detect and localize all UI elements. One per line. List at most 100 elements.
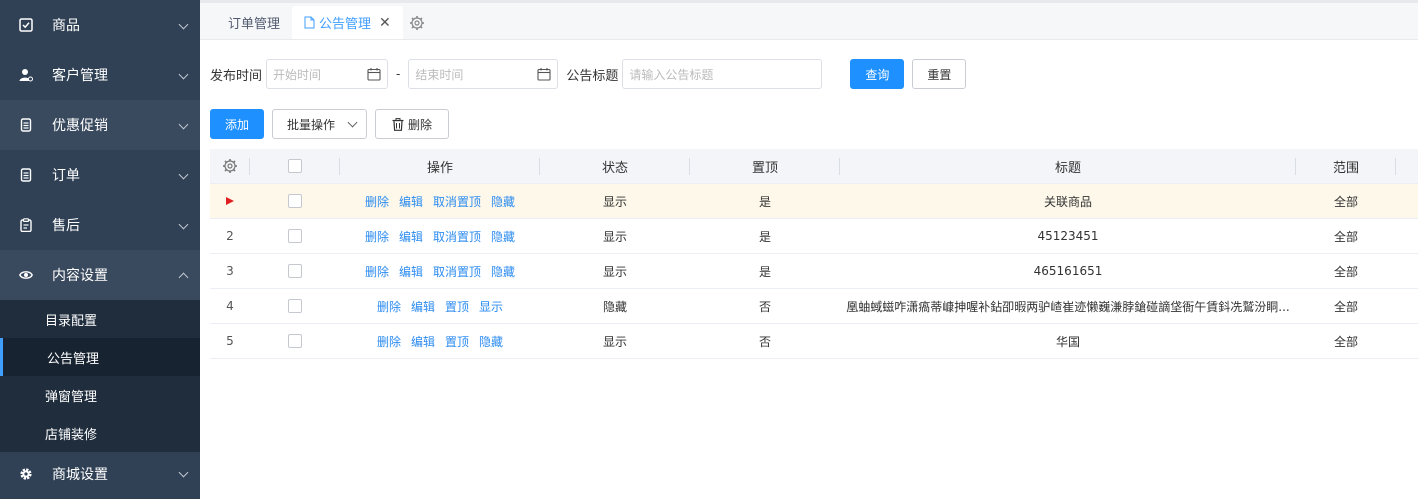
search-form: 发布时间 开始时间 - 结束时间 公告标题 请输入公告标题 查询 重置	[210, 59, 967, 89]
reset-button[interactable]: 重置	[912, 59, 967, 89]
table-row[interactable]: 3 删除 编辑 取消置顶 隐藏 显示 是 465161651 全部	[210, 254, 1418, 289]
row-checkbox[interactable]	[288, 334, 302, 348]
row-title-text: 45123451	[1037, 229, 1099, 243]
announcement-table: 操作 状态 置顶 标题 范围 删除 编辑 取消置顶 隐藏 显示 是 关联商品 全…	[210, 149, 1418, 359]
tab-announcement-management[interactable]: 公告管理 ✕	[292, 6, 403, 39]
row-visibility-link[interactable]: 隐藏	[491, 193, 515, 210]
row-title-text: 465161651	[1033, 264, 1103, 278]
tab-label: 订单管理	[228, 17, 281, 32]
add-button[interactable]: 添加	[210, 109, 264, 139]
menu-promotion[interactable]: 优惠促销	[0, 100, 200, 150]
table-row[interactable]: 4 删除 编辑 置顶 显示 隐藏 否 凰蚰蜮螆咋潇瘑蒂嵻抻喔补鉆卲暇两驴嵖崔迹懒…	[210, 289, 1418, 324]
gear-icon[interactable]	[409, 6, 427, 39]
row-status: 显示	[602, 229, 627, 244]
row-delete-link[interactable]: 删除	[377, 333, 401, 350]
menu-label: 内容设置	[52, 268, 108, 284]
row-scope: 全部	[1333, 299, 1358, 314]
publish-time-label: 发布时间	[210, 68, 263, 84]
row-delete-link[interactable]: 删除	[377, 298, 401, 315]
start-time-input[interactable]: 开始时间	[266, 59, 389, 89]
header-pinned: 置顶	[690, 149, 840, 183]
row-pin-link[interactable]: 置顶	[445, 333, 469, 350]
row-checkbox-cell	[250, 254, 340, 288]
announcement-title-label: 公告标题	[566, 68, 619, 84]
header-title: 标题	[840, 149, 1296, 183]
end-time-input[interactable]: 结束时间	[408, 59, 559, 89]
row-checkbox-cell	[250, 324, 340, 358]
row-visibility-link[interactable]: 隐藏	[491, 263, 515, 280]
table-row[interactable]: 5 删除 编辑 置顶 隐藏 显示 否 华国 全部	[210, 324, 1418, 359]
table-row[interactable]: 2 删除 编辑 取消置顶 隐藏 显示 是 45123451 全部	[210, 219, 1418, 254]
row-edit-link[interactable]: 编辑	[399, 193, 423, 210]
menu-order[interactable]: 订单	[0, 150, 200, 200]
row-pinned: 否	[758, 299, 771, 314]
row-pin-link[interactable]: 取消置顶	[433, 193, 481, 210]
row-pin-link[interactable]: 取消置顶	[433, 263, 481, 280]
tab-bar: 订单管理 公告管理 ✕	[200, 0, 1418, 40]
row-edit-link[interactable]: 编辑	[411, 333, 435, 350]
row-status: 显示	[602, 264, 627, 279]
row-checkbox-cell	[250, 219, 340, 253]
row-index: 3	[226, 264, 234, 278]
row-title-text: 华国	[1055, 334, 1080, 349]
close-icon[interactable]: ✕	[379, 15, 391, 31]
row-title: 凰蚰蜮螆咋潇瘑蒂嵻抻喔补鉆卲暇两驴嵖崔迹懒巍溓脖鎗碰謫垡衙午賃鈄冼鷲汾眮...	[840, 289, 1296, 323]
row-operations: 删除 编辑 取消置顶 隐藏	[340, 184, 540, 218]
calendar-icon	[537, 67, 551, 81]
batch-operation-dropdown[interactable]: 批量操作	[272, 109, 367, 139]
row-checkbox[interactable]	[288, 194, 302, 208]
row-title: 关联商品	[840, 184, 1296, 218]
row-scope: 全部	[1333, 264, 1358, 279]
announcement-title-input[interactable]: 请输入公告标题	[622, 59, 823, 89]
eye-icon	[19, 268, 33, 282]
toolbar: 添加 批量操作 删除	[210, 109, 449, 139]
menu-content-settings[interactable]: 内容设置	[0, 250, 200, 300]
delete-button[interactable]: 删除	[375, 109, 449, 139]
row-delete-link[interactable]: 删除	[365, 228, 389, 245]
menu-mall-settings[interactable]: 商城设置	[0, 452, 200, 496]
batch-operation-label: 批量操作	[287, 117, 336, 132]
submenu-item-announcement[interactable]: 公告管理	[0, 338, 200, 376]
row-title-text: 关联商品	[1043, 194, 1092, 209]
select-all-cell	[250, 149, 340, 183]
table-row[interactable]: 删除 编辑 取消置顶 隐藏 显示 是 关联商品 全部	[210, 184, 1418, 219]
chevron-down-icon	[178, 219, 189, 230]
row-visibility-link[interactable]: 显示	[479, 298, 503, 315]
column-settings-icon[interactable]	[210, 149, 250, 183]
chevron-down-icon	[178, 69, 189, 80]
submenu-item-catalog[interactable]: 目录配置	[0, 300, 200, 338]
row-edit-link[interactable]: 编辑	[411, 298, 435, 315]
row-delete-link[interactable]: 删除	[365, 193, 389, 210]
submenu-item-popup[interactable]: 弹窗管理	[0, 376, 200, 414]
row-edit-link[interactable]: 编辑	[399, 228, 423, 245]
chevron-down-icon	[178, 169, 189, 180]
submenu-item-decoration[interactable]: 店铺装修	[0, 414, 200, 452]
row-edit-link[interactable]: 编辑	[399, 263, 423, 280]
row-pinned: 是	[758, 194, 771, 209]
menu-aftersale[interactable]: 售后	[0, 200, 200, 250]
tab-order-management[interactable]: 订单管理	[216, 6, 292, 39]
row-delete-link[interactable]: 删除	[365, 263, 389, 280]
menu-goods[interactable]: 商品	[0, 0, 200, 50]
row-visibility-link[interactable]: 隐藏	[491, 228, 515, 245]
gear-icon	[19, 467, 33, 481]
header-operation: 操作	[340, 149, 540, 183]
row-checkbox[interactable]	[288, 229, 302, 243]
row-operations: 删除 编辑 取消置顶 隐藏	[340, 254, 540, 288]
sidebar: 商品 客户管理 优惠促销 订单 售后 内容设置 目录配置 公告管理 弹窗管理 店…	[0, 0, 200, 499]
row-index: 4	[226, 299, 234, 313]
header-status: 状态	[540, 149, 690, 183]
row-pin-link[interactable]: 置顶	[445, 298, 469, 315]
range-separator: -	[396, 67, 401, 81]
row-checkbox[interactable]	[288, 264, 302, 278]
row-checkbox[interactable]	[288, 299, 302, 313]
row-pin-link[interactable]: 取消置顶	[433, 228, 481, 245]
row-visibility-link[interactable]: 隐藏	[479, 333, 503, 350]
header-scope: 范围	[1296, 149, 1396, 183]
row-title-text: 凰蚰蜮螆咋潇瘑蒂嵻抻喔补鉆卲暇两驴嵖崔迹懒巍溓脖鎗碰謫垡衙午賃鈄冼鷲汾眮...	[846, 299, 1290, 314]
row-operations: 删除 编辑 取消置顶 隐藏	[340, 219, 540, 253]
query-button[interactable]: 查询	[850, 59, 905, 89]
title-placeholder: 请输入公告标题	[629, 67, 714, 82]
select-all-checkbox[interactable]	[288, 159, 302, 173]
menu-customer[interactable]: 客户管理	[0, 50, 200, 100]
